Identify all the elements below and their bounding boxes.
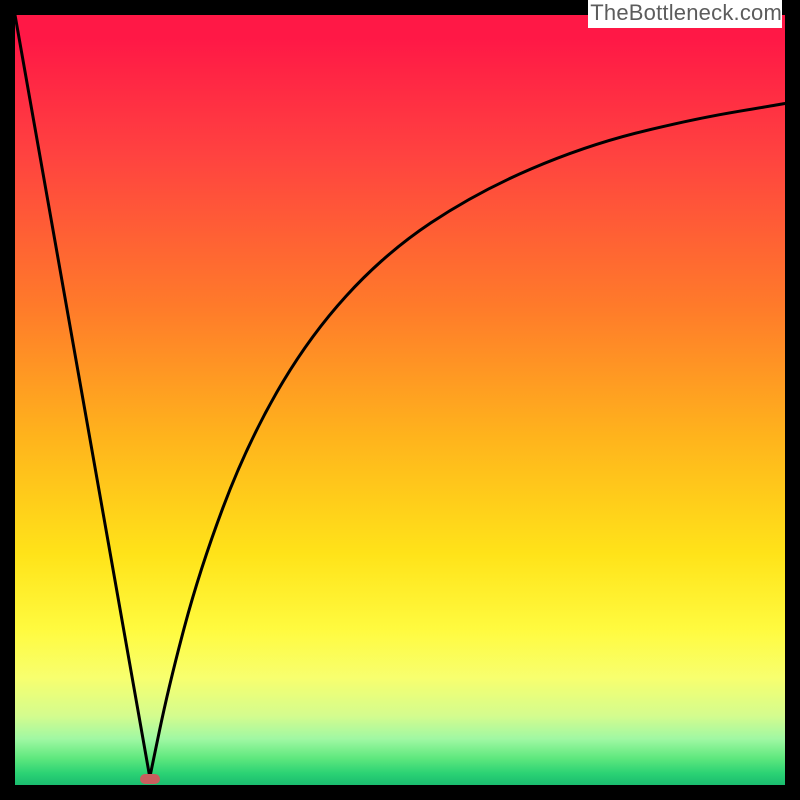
min-marker bbox=[140, 774, 160, 785]
curve-svg bbox=[15, 15, 785, 785]
plot-area bbox=[15, 15, 785, 785]
chart-frame: TheBottleneck.com bbox=[0, 0, 800, 800]
curve-path bbox=[15, 15, 785, 777]
watermark-text: TheBottleneck.com bbox=[588, 0, 782, 28]
